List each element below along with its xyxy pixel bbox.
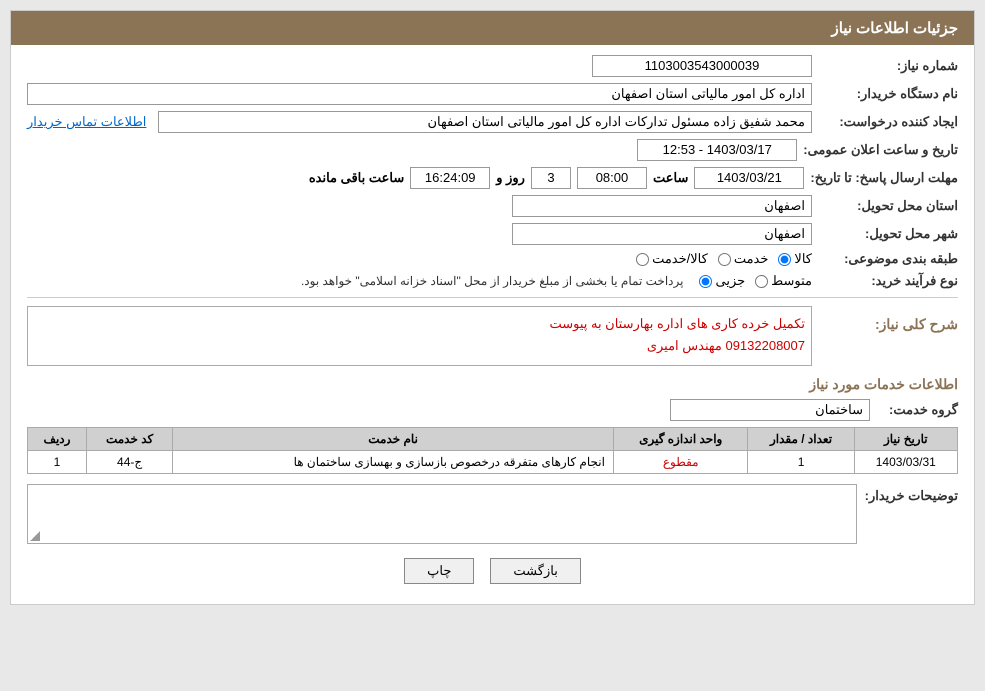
need-number-value: 1103003543000039 [592,55,812,77]
buttons-row: بازگشت چاپ [27,558,958,584]
announce-datetime-value: 1403/03/17 - 12:53 [637,139,797,161]
category-khadamat[interactable]: خدمت [718,251,769,267]
print-button[interactable]: چاپ [404,558,474,584]
description-wrapper: تکمیل خرده کاری های اداره بهارستان به پی… [27,306,812,366]
category-kala-radio[interactable] [778,253,791,266]
response-deadline-label: مهلت ارسال پاسخ: تا تاریخ: [810,170,958,186]
col-service-code: کد خدمت [86,428,172,451]
page-header: جزئیات اطلاعات نیاز [11,11,974,45]
city-delivery-label: شهر محل تحویل: [818,226,958,242]
category-label: طبقه بندی موضوعی: [818,251,958,267]
buyer-desc-box[interactable] [27,484,857,544]
category-kala-khadamat-radio[interactable] [636,253,649,266]
cell-unit: مقطوع [613,451,748,474]
creator-text: محمد شفیق زاده مسئول تداركات اداره كل ام… [428,114,806,129]
category-kala[interactable]: کالا [778,251,812,267]
cell-quantity: 1 [748,451,854,474]
response-time-value: 08:00 [577,167,647,189]
col-date: تاریخ نیاز [854,428,957,451]
response-deadline-row: مهلت ارسال پاسخ: تا تاریخ: 1403/03/21 سا… [27,167,958,189]
remaining-days-value: 3 [531,167,571,189]
page-container: جزئیات اطلاعات نیاز شماره نیاز: 11030035… [0,0,985,691]
jozyi-label: جزیی [715,273,745,289]
description-box: تکمیل خرده کاری های اداره بهارستان به پی… [27,306,812,366]
city-delivery-row: شهر محل تحویل: اصفهان [27,223,958,245]
khadamat-label: خدمت [734,251,769,267]
category-kala-khadamat[interactable]: کالا/خدمت [636,251,708,267]
back-button[interactable]: بازگشت [490,558,580,584]
cell-service-name: انجام کارهای متفرقه درخصوص بازسازی و بهس… [173,451,614,474]
table-row: 1403/03/31 1 مقطوع انجام کارهای متفرقه د… [28,451,958,474]
city-delivery-value: اصفهان [512,223,812,245]
purchase-type-radio-group: جزیی متوسط [699,273,812,289]
service-group-value: ساختمان [670,399,870,421]
services-table: تاریخ نیاز تعداد / مقدار واحد اندازه گیر… [27,427,958,474]
creator-row: ایجاد کننده درخواست: محمد شفیق زاده مسئو… [27,111,958,133]
purchase-note: پرداخت تمام یا بخشی از مبلغ خریدار از مح… [301,274,684,288]
buyer-desc-label: توضیحات خریدار: [865,488,958,504]
purchase-type-label: نوع فرآیند خرید: [818,273,958,289]
service-group-label: گروه خدمت: [878,402,958,418]
col-row-num: ردیف [28,428,87,451]
response-date-value: 1403/03/21 [694,167,804,189]
category-khadamat-radio[interactable] [718,253,731,266]
province-delivery-row: استان محل تحویل: اصفهان [27,195,958,217]
page-title: جزئیات اطلاعات نیاز [832,20,959,37]
remaining-time-label: ساعت باقی مانده [309,170,404,186]
resize-handle[interactable] [30,531,40,541]
cell-row-num: 1 [28,451,87,474]
response-time-label: ساعت [653,170,688,186]
col-quantity: تعداد / مقدار [748,428,854,451]
buyer-org-row: نام دستگاه خریدار: اداره کل امور مالیاتی… [27,83,958,105]
remaining-time-value: 16:24:09 [410,167,490,189]
description-label: شرح کلی نیاز: [818,316,958,333]
province-delivery-value: اصفهان [512,195,812,217]
buyer-desc-section: توضیحات خریدار: [27,484,958,544]
table-header-row: تاریخ نیاز تعداد / مقدار واحد اندازه گیر… [28,428,958,451]
purchase-mottavaset[interactable]: متوسط [755,273,812,289]
mottavaset-label: متوسط [771,273,812,289]
creator-label: ایجاد کننده درخواست: [818,114,958,130]
main-box: جزئیات اطلاعات نیاز شماره نیاز: 11030035… [10,10,975,605]
divider-1 [27,297,958,298]
purchase-jozyi[interactable]: جزیی [699,273,745,289]
content-area: شماره نیاز: 1103003543000039 نام دستگاه … [11,45,974,604]
description-row: شرح کلی نیاز: تکمیل خرده کاری های اداره … [27,306,958,366]
buyer-org-value: اداره کل امور مالیاتی استان اصفهان [27,83,812,105]
purchase-jozyi-radio[interactable] [699,275,712,288]
kala-label: کالا [794,251,812,267]
col-service-name: نام خدمت [173,428,614,451]
need-number-label: شماره نیاز: [818,58,958,74]
category-radio-group: کالا/خدمت خدمت کالا [636,251,812,267]
description-text: تکمیل خرده کاری های اداره بهارستان به پی… [34,313,805,335]
cell-date: 1403/03/31 [854,451,957,474]
need-number-row: شماره نیاز: 1103003543000039 [27,55,958,77]
kala-khadamat-label: کالا/خدمت [652,251,708,267]
creator-value: محمد شفیق زاده مسئول تداركات اداره كل ام… [158,111,812,133]
cell-service-code: ج-44 [86,451,172,474]
service-group-row: گروه خدمت: ساختمان [27,399,958,421]
announce-datetime-label: تاریخ و ساعت اعلان عمومی: [803,142,958,158]
province-delivery-label: استان محل تحویل: [818,198,958,214]
contact-link[interactable]: اطلاعات تماس خریدار [27,114,146,130]
purchase-mottavaset-radio[interactable] [755,275,768,288]
services-section: اطلاعات خدمات مورد نیاز گروه خدمت: ساختم… [27,376,958,474]
purchase-type-row: نوع فرآیند خرید: جزیی متوسط پرداخت تمام … [27,273,958,289]
col-unit: واحد اندازه گیری [613,428,748,451]
category-row: طبقه بندی موضوعی: کالا/خدمت خدمت کالا [27,251,958,267]
buyer-org-label: نام دستگاه خریدار: [818,86,958,102]
announce-datetime-row: تاریخ و ساعت اعلان عمومی: 1403/03/17 - 1… [27,139,958,161]
description-phone: 09132208007 مهندس امیری [34,335,805,357]
remaining-days-label: روز و [496,170,525,186]
services-title: اطلاعات خدمات مورد نیاز [27,376,958,393]
